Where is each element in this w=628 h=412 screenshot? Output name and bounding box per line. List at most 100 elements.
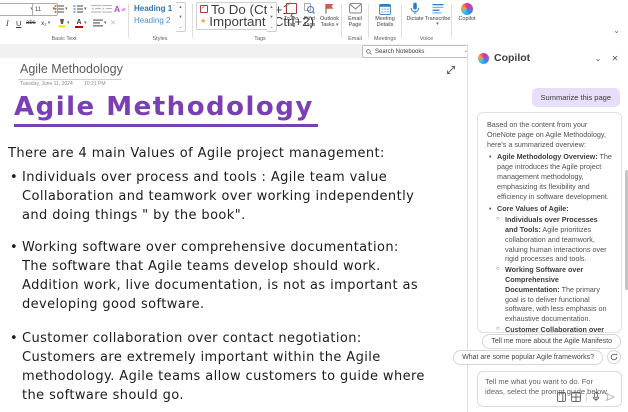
prompt-guide-button[interactable]	[557, 392, 566, 402]
bullet-icon: •	[489, 204, 492, 214]
todo-checkbox-icon	[286, 3, 297, 14]
gallery-more-icon: ⌄	[270, 24, 274, 30]
user-message-bubble: Summarize this page	[532, 88, 620, 107]
ribbon-group-styles: Heading 1 Heading 2 ▴ ▾ ⌄ Styles	[130, 0, 190, 44]
clear-all-formatting-button[interactable]: A	[114, 3, 126, 15]
calendar-icon	[379, 3, 391, 15]
clear-formatting-button[interactable]: ✕	[110, 17, 116, 29]
page-title-underline	[18, 79, 122, 80]
search-placeholder: Search Notebooks	[375, 49, 461, 55]
chevron-down-icon: ▾	[84, 21, 87, 26]
transcribe-button[interactable]: Transcribe ▾	[426, 2, 449, 27]
star-icon: ★	[200, 18, 206, 25]
ribbon-group-meetings: Meeting Details Meetings	[370, 0, 400, 44]
circle-bullet-icon: ○	[496, 215, 500, 225]
panel-collapse-button[interactable]: ⌄	[592, 54, 604, 63]
refresh-suggestions-button[interactable]	[607, 350, 621, 364]
font-name-value: Calibri	[0, 7, 28, 13]
view-prompts-button[interactable]	[571, 392, 581, 402]
increase-indent-button[interactable]	[102, 3, 112, 15]
response-item: • Core Values of Agile:	[487, 204, 612, 214]
ribbon-separator	[451, 4, 452, 38]
dictate-button[interactable]: Dictate	[405, 2, 425, 22]
suggestion-chip-manifesto[interactable]: Tell me more about the Agile Manifesto	[482, 334, 621, 349]
bullet-list-button[interactable]: ▾	[54, 3, 68, 15]
outlook-tasks-button[interactable]: Outlook Tasks ▾	[319, 2, 340, 29]
underline-button[interactable]: U	[16, 17, 21, 29]
response-item: • Agile Methodology Overview: The page i…	[487, 152, 612, 201]
chevron-down-icon: ▾	[67, 21, 70, 26]
voice-input-button[interactable]	[592, 392, 600, 402]
chevron-down-icon: ▾	[84, 7, 87, 12]
copilot-ribbon-button[interactable]: Copilot	[456, 2, 478, 22]
chevron-down-icon: ▾	[65, 7, 68, 12]
onenote-window: Calibri ▾ 11 ▾ ▾ ▾	[0, 0, 628, 412]
copilot-input[interactable]: Tell me what you want to do. For ideas, …	[477, 371, 622, 407]
font-color-icon: A	[75, 19, 83, 28]
highlight-button[interactable]: ▾	[58, 17, 70, 29]
scroll-down-icon: ▾	[179, 14, 181, 20]
navigation-band: Search Notebooks ⌄	[0, 44, 467, 58]
send-icon	[605, 392, 615, 402]
styles-gallery-scroll[interactable]: ▴ ▾ ⌄	[176, 2, 186, 32]
todo-tag-button[interactable]: To Do Tag	[282, 2, 300, 29]
decrease-indent-button[interactable]	[91, 3, 101, 15]
bullet-icon: •	[10, 329, 18, 348]
prompt-guide-icon	[557, 392, 566, 402]
ribbon: Calibri ▾ 11 ▾ ▾ ▾	[0, 0, 628, 45]
page-date: Tuesday, June 11, 2024 10:21 PM	[20, 81, 106, 87]
response-subitem: ○ Working Software over Comprehensive Do…	[496, 265, 612, 324]
response-subitem: ○ Individuals over Processes and Tools: …	[496, 215, 612, 264]
style-heading-2[interactable]: Heading 2	[134, 16, 170, 25]
page-canvas[interactable]: Agile Methodology Tuesday, June 11, 2024…	[0, 58, 467, 412]
meeting-details-button[interactable]: Meeting Details	[372, 2, 398, 29]
chevron-down-icon: ▾	[48, 21, 51, 26]
ribbon-group-email: Email Page Email	[343, 0, 367, 44]
copilot-icon	[461, 3, 473, 15]
page-title[interactable]: Agile Methodology	[20, 62, 123, 76]
find-tags-button[interactable]: Find Tags	[301, 2, 318, 29]
font-color-button[interactable]: A ▾	[75, 17, 87, 29]
paragraph-align-button[interactable]: ▾	[93, 17, 107, 29]
microphone-icon	[410, 2, 420, 15]
bullet-icon: •	[10, 238, 18, 257]
strikethrough-button[interactable]: abc	[26, 17, 36, 29]
scroll-up-icon: ▴	[270, 4, 272, 10]
scroll-up-icon: ▴	[179, 4, 181, 10]
circle-bullet-icon: ○	[496, 325, 500, 333]
email-page-button[interactable]: Email Page	[345, 2, 365, 29]
subscript-button[interactable]: x₂ ▾	[41, 17, 50, 29]
response-intro: Based on the content from your OneNote p…	[487, 120, 612, 149]
bullet-list-icon	[54, 4, 64, 14]
align-icon	[93, 18, 103, 28]
microphone-icon	[592, 392, 600, 402]
group-label-styles: Styles	[130, 36, 190, 42]
tags-gallery-scroll[interactable]: ▴ ▾ ⌄	[267, 2, 277, 32]
font-name-select[interactable]: Calibri ▾	[0, 3, 36, 16]
ribbon-separator	[192, 4, 193, 38]
panel-close-button[interactable]: ✕	[609, 54, 621, 63]
copilot-panel-header: Copilot ⌄ ✕	[478, 49, 621, 67]
flag-icon	[324, 3, 335, 14]
tags-gallery: To Do (Ctrl+1) ★ Important (Ctrl+2)	[196, 2, 268, 30]
group-label-meetings: Meetings	[370, 36, 400, 42]
gallery-more-icon: ⌄	[179, 24, 183, 30]
collapse-ribbon-button[interactable]: ⌄	[613, 26, 620, 35]
suggestion-chip-frameworks[interactable]: What are some popular Agile frameworks?	[453, 350, 603, 365]
bullet-icon: •	[489, 152, 492, 162]
divider	[586, 393, 587, 402]
ink-title: Agile Methodology	[14, 92, 318, 127]
numbered-list-button[interactable]: ▾	[73, 3, 87, 15]
ribbon-separator	[368, 4, 369, 38]
style-heading-1[interactable]: Heading 1	[134, 4, 172, 13]
clear-all-formatting-icon: A	[114, 4, 120, 14]
expand-page-button[interactable]	[445, 64, 457, 76]
composer-toolbar	[557, 392, 615, 402]
send-button[interactable]	[605, 392, 615, 402]
ink-bullet-individuals: • Individuals over process and tools : A…	[10, 168, 428, 225]
todo-checkbox-icon	[200, 5, 208, 13]
italic-button[interactable]: I	[6, 17, 9, 29]
scroll-down-icon: ▾	[270, 14, 272, 20]
group-label-voice: Voice	[403, 36, 450, 42]
search-input[interactable]: Search Notebooks ⌄	[362, 45, 472, 58]
